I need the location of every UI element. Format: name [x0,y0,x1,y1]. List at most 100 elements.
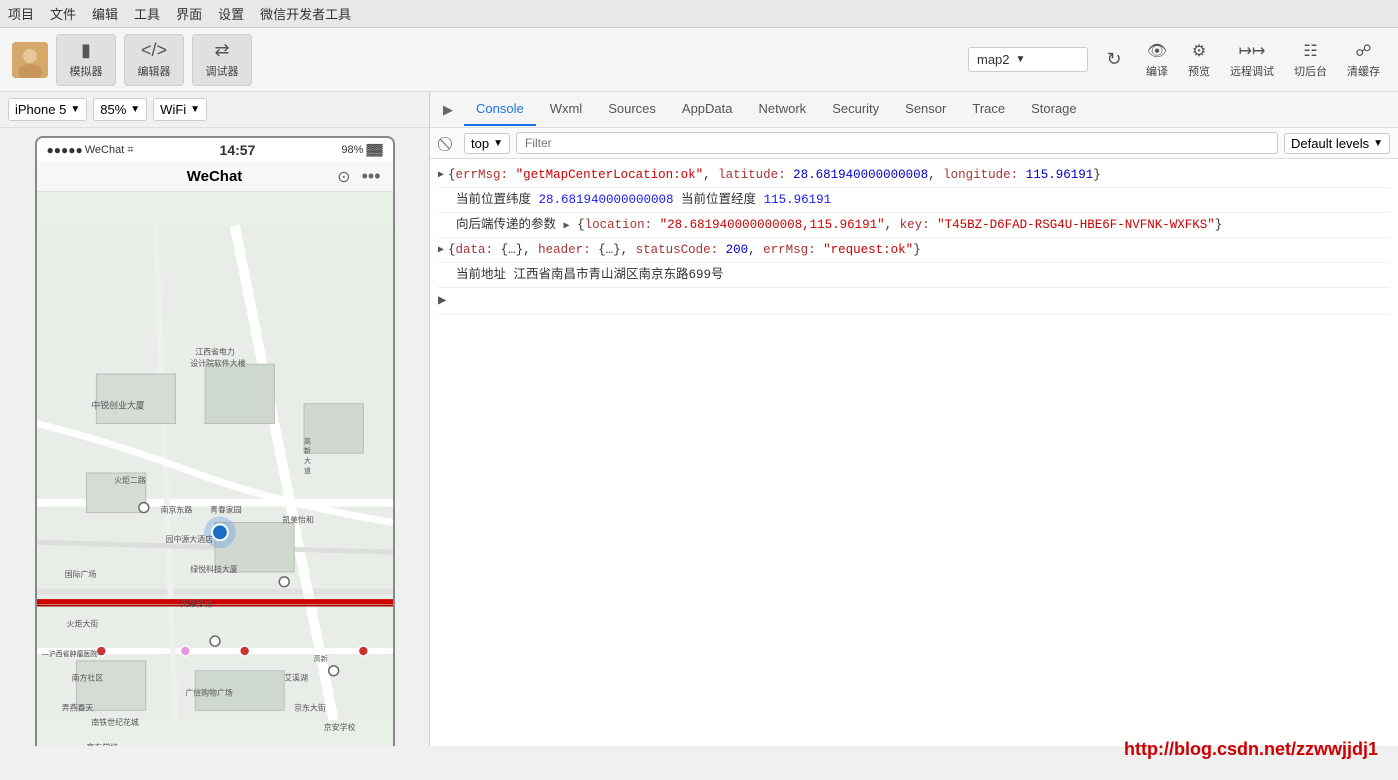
refresh-button[interactable]: ↻ [1096,42,1132,78]
remote-debug-label: 远程调试 [1230,63,1274,79]
layers-icon: ☍ [1355,41,1371,61]
menu-wechat-dev[interactable]: 微信开发者工具 [260,4,351,23]
menu-project[interactable]: 项目 [8,4,34,23]
main-content: iPhone 5 ▼ 85% ▼ WiFi ▼ ●●●●● WeChat ⌗ 1… [0,92,1398,746]
svg-text:国际广场: 国际广场 [64,569,96,579]
context-selector[interactable]: top ▼ [464,133,510,154]
menu-file[interactable]: 文件 [50,4,76,23]
debugger-label: 调试器 [206,63,239,79]
cut-back-button[interactable]: ☷ 切后台 [1288,37,1333,83]
svg-text:南京东路: 南京东路 [160,505,192,515]
device-screen: ●●●●● WeChat ⌗ 14:57 98% ▓▓ WeChat ⊙ ••• [0,128,429,746]
svg-text:南方社区: 南方社区 [71,673,103,683]
devtools-panel: ▶ Console Wxml Sources AppData Network S… [430,92,1398,746]
map-container[interactable]: 中锐创业大厦 江西省电力 设计院软件大楼 火炬二路 南京东路 青春家园 凯美怡和… [37,192,393,746]
console-line: ▶ {data: {…}, header: {…}, statusCode: 2… [438,238,1390,263]
expand-icon[interactable]: ▶ [438,168,444,184]
device-panel: iPhone 5 ▼ 85% ▼ WiFi ▼ ●●●●● WeChat ⌗ 1… [0,92,430,746]
eye-icon: 👁 [1147,41,1167,61]
simulator-icon: ▮ [81,40,91,61]
tab-sensor[interactable]: Sensor [893,93,958,126]
console-prompt-line: ▶ [438,288,1390,315]
svg-text:京东大街: 京东大街 [294,702,326,712]
tab-trace[interactable]: Trace [960,93,1017,126]
tab-console[interactable]: Console [464,93,536,126]
svg-text:道: 道 [304,466,311,475]
tab-storage[interactable]: Storage [1019,93,1089,126]
device-name: iPhone 5 [15,102,66,117]
menu-settings[interactable]: 设置 [218,4,244,23]
console-line: 当前地址 江西省南昌市青山湖区南京东路699号 [438,263,1390,288]
svg-text:京东学校: 京东学校 [86,742,118,746]
carrier-name: WeChat ⌗ [85,144,134,157]
svg-text:中锐创业大厦: 中锐创业大厦 [91,400,144,411]
cut-back-icon: ☷ [1303,41,1317,61]
devtools-target-icon[interactable]: ▶ [434,96,462,124]
project-selector[interactable]: map2 ▼ [968,47,1088,72]
level-selector[interactable]: Default levels ▼ [1284,133,1390,154]
map-svg: 中锐创业大厦 江西省电力 设计院软件大楼 火炬二路 南京东路 青春家园 凯美怡和… [37,192,393,746]
clear-console-button[interactable]: ⃠ [438,133,458,153]
phone-nav-bar: WeChat ⊙ ••• [37,162,393,192]
network-type: WiFi [160,102,186,117]
record-icon: ⊙ [337,167,350,187]
chevron-down-icon: ▼ [190,104,200,115]
phone-status-bar: ●●●●● WeChat ⌗ 14:57 98% ▓▓ [37,138,393,162]
context-value: top [471,136,489,151]
network-selector[interactable]: WiFi ▼ [153,98,207,121]
cut-back-label: 切后台 [1294,63,1327,79]
battery-level: 98% ▓▓ [341,144,382,156]
remote-debug-button[interactable]: ↦↦ 远程调试 [1224,37,1280,83]
svg-text:弄燕春天: 弄燕春天 [61,702,93,712]
svg-text:绿悦科技大厦: 绿悦科技大厦 [190,564,238,574]
svg-text:园中源大酒店: 园中源大酒店 [165,534,213,544]
svg-text:京安学校: 京安学校 [323,722,355,732]
toolbar: ▮ 模拟器 </> 编辑器 ⇄ 调试器 map2 ▼ ↻ 👁 编译 ⚙ 预览 ↦… [0,28,1398,92]
chevron-down-icon: ▼ [1373,138,1383,149]
simulator-button[interactable]: ▮ 模拟器 [56,34,116,86]
device-selector[interactable]: iPhone 5 ▼ [8,98,87,121]
time-display: 14:57 [134,142,342,158]
clear-cache-button[interactable]: ☍ 清缓存 [1341,37,1386,83]
tab-appdata[interactable]: AppData [670,93,745,126]
svg-text:高: 高 [304,436,311,445]
device-toolbar: iPhone 5 ▼ 85% ▼ WiFi ▼ [0,92,429,128]
level-value: Default levels [1291,136,1369,151]
simulator-label: 模拟器 [70,63,103,79]
chevron-down-icon: ▼ [130,104,140,115]
prompt-arrow: ▶ [438,290,446,312]
compile-label: 编译 [1146,63,1168,79]
svg-text:南铁世纪花城: 南铁世纪花城 [91,717,139,727]
console-toolbar: ⃠ top ▼ Default levels ▼ [430,128,1398,159]
svg-text:艾溪湖: 艾溪湖 [284,673,308,683]
signal-indicator: ●●●●● [47,143,83,157]
menu-tools[interactable]: 工具 [134,4,160,23]
expand-icon[interactable]: ▶ [438,243,444,259]
compile-button[interactable]: 👁 编译 [1140,37,1174,83]
tab-sources[interactable]: Sources [596,93,668,126]
expand-icon[interactable]: ▶ [564,221,570,232]
menu-interface[interactable]: 界面 [176,4,202,23]
console-filter-input[interactable] [516,132,1278,154]
tab-network[interactable]: Network [747,93,819,126]
tab-wxml[interactable]: Wxml [538,93,595,126]
svg-text:大: 大 [304,456,311,465]
debugger-button[interactable]: ⇄ 调试器 [192,34,252,86]
menu-edit[interactable]: 编辑 [92,4,118,23]
svg-text:天幕影城: 天幕影城 [180,599,212,609]
chevron-down-icon: ▼ [493,138,503,149]
editor-button[interactable]: </> 编辑器 [124,34,184,86]
editor-icon: </> [141,40,167,61]
console-line: 向后端传递的参数 ▶ {location: "28.68194000000000… [438,213,1390,238]
console-line: ▶ {errMsg: "getMapCenterLocation:ok", la… [438,163,1390,188]
clear-cache-label: 清缓存 [1347,63,1380,79]
svg-text:凯美怡和: 凯美怡和 [282,514,314,524]
editor-label: 编辑器 [138,63,171,79]
tab-security[interactable]: Security [820,93,891,126]
svg-text:广信购物广场: 广信购物广场 [185,688,233,698]
preview-button[interactable]: ⚙ 预览 [1182,37,1216,83]
zoom-selector[interactable]: 85% ▼ [93,98,147,121]
devtools-tabs: ▶ Console Wxml Sources AppData Network S… [430,92,1398,128]
svg-text:火炬二路: 火炬二路 [114,475,146,485]
preview-label: 预览 [1188,63,1210,79]
